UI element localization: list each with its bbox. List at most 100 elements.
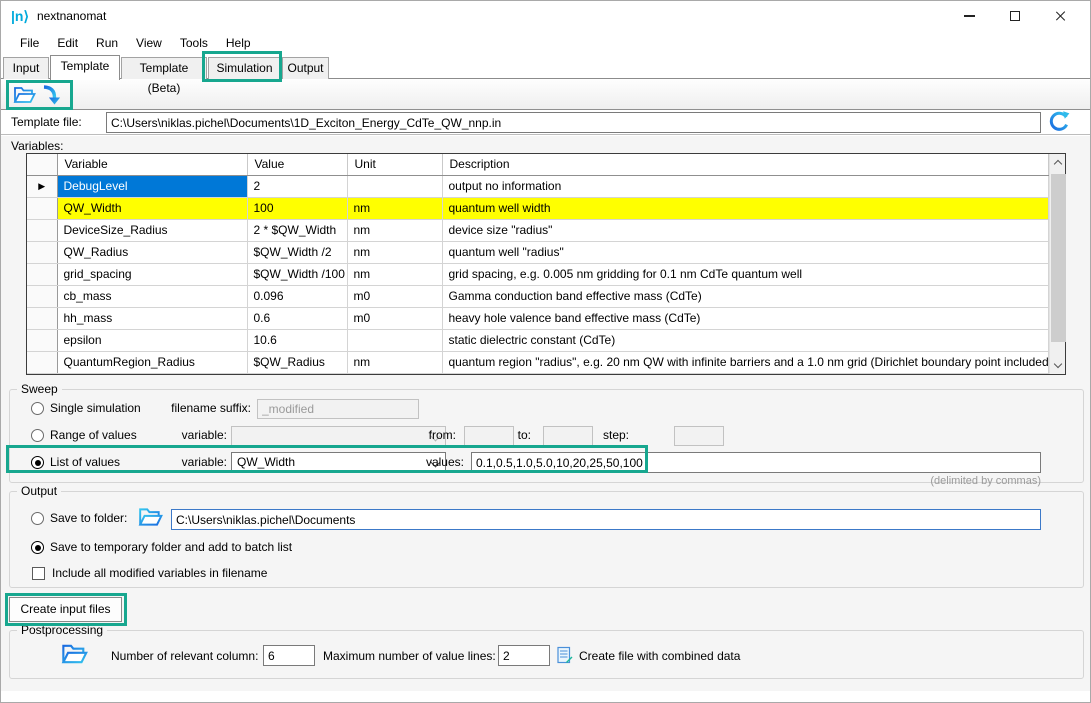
menu-item-tools[interactable]: Tools [171, 33, 217, 53]
unit-cell[interactable] [347, 175, 442, 197]
unit-cell[interactable]: nm [347, 351, 442, 373]
description-cell[interactable]: heavy hole valence band effective mass (… [442, 307, 1048, 329]
variable-cell[interactable]: QuantumRegion_Radius [57, 351, 247, 373]
value-lines-input[interactable] [498, 645, 550, 666]
row-header[interactable] [27, 197, 57, 219]
template-file-input[interactable] [106, 112, 1041, 133]
value-cell[interactable]: 0.6 [247, 307, 347, 329]
output-folder-input[interactable] [171, 509, 1041, 530]
column-header-value[interactable]: Value [247, 154, 347, 175]
unit-cell[interactable]: nm [347, 241, 442, 263]
save-to-folder-radio[interactable] [31, 512, 44, 525]
description-cell[interactable]: Gamma conduction band effective mass (Cd… [442, 285, 1048, 307]
tab-template[interactable]: Template [50, 55, 120, 80]
postprocessing-folder-button[interactable] [61, 642, 88, 669]
row-header[interactable] [27, 329, 57, 351]
reload-template-button[interactable] [1048, 110, 1072, 134]
variable-cell[interactable]: QW_Width [57, 197, 247, 219]
filename-suffix-input[interactable] [257, 399, 419, 419]
variable-cell[interactable]: DebugLevel [57, 175, 247, 197]
value-cell[interactable]: 2 * $QW_Width [247, 219, 347, 241]
unit-cell[interactable]: m0 [347, 285, 442, 307]
minimize-button[interactable] [946, 1, 992, 31]
range-of-values-radio[interactable] [31, 429, 44, 442]
values-input[interactable] [471, 452, 1041, 473]
row-header[interactable] [27, 285, 57, 307]
refresh-icon [1048, 110, 1071, 133]
column-header-variable[interactable]: Variable [57, 154, 247, 175]
menu-item-file[interactable]: File [11, 33, 48, 53]
value-cell[interactable]: 2 [247, 175, 347, 197]
scrollbar-down-button[interactable] [1050, 357, 1067, 374]
scrollbar-up-button[interactable] [1050, 154, 1067, 171]
to-label: to: [513, 428, 531, 442]
variable-cell[interactable]: DeviceSize_Radius [57, 219, 247, 241]
row-header[interactable] [27, 263, 57, 285]
filename-suffix-label: filename suffix: [166, 401, 251, 415]
description-cell[interactable]: quantum well width [442, 197, 1048, 219]
tab-input[interactable]: Input [3, 57, 49, 79]
unit-cell[interactable]: nm [347, 197, 442, 219]
value-cell[interactable]: 10.6 [247, 329, 347, 351]
value-cell[interactable]: $QW_Radius [247, 351, 347, 373]
tab-template-beta[interactable]: Template (Beta) [121, 57, 207, 79]
menu-item-run[interactable]: Run [87, 33, 127, 53]
single-simulation-radio[interactable] [31, 402, 44, 415]
chevron-up-icon [1054, 160, 1062, 168]
app-window: |n⟩ nextnanomat FileEditRunViewToolsHelp… [0, 0, 1091, 703]
unit-cell[interactable]: nm [347, 219, 442, 241]
value-cell[interactable]: 0.096 [247, 285, 347, 307]
create-input-files-button[interactable]: Create input files [9, 597, 122, 622]
scrollbar-thumb[interactable] [1051, 174, 1066, 342]
maximize-button[interactable] [992, 1, 1038, 31]
variable-cell[interactable]: grid_spacing [57, 263, 247, 285]
variable-cell[interactable]: hh_mass [57, 307, 247, 329]
menu-item-edit[interactable]: Edit [48, 33, 87, 53]
relevant-column-input[interactable] [263, 645, 315, 666]
row-header[interactable] [27, 219, 57, 241]
row-header[interactable] [27, 307, 57, 329]
include-modified-checkbox[interactable] [32, 567, 45, 580]
save-to-temp-radio[interactable] [31, 541, 44, 554]
variable-cell[interactable]: epsilon [57, 329, 247, 351]
row-header[interactable] [27, 351, 57, 373]
row-header[interactable]: ▶ [27, 175, 57, 197]
close-button[interactable] [1038, 1, 1084, 31]
table-row: QW_Width100nmquantum well width [27, 197, 1048, 219]
variable-cell[interactable]: QW_Radius [57, 241, 247, 263]
row-header-column[interactable] [27, 154, 57, 175]
step-input[interactable] [674, 426, 724, 446]
unit-cell[interactable]: m0 [347, 307, 442, 329]
list-variable-dropdown[interactable]: QW_Width [231, 452, 446, 473]
description-cell[interactable]: device size "radius" [442, 219, 1048, 241]
variable-cell[interactable]: cb_mass [57, 285, 247, 307]
tab-simulation[interactable]: Simulation [208, 57, 281, 79]
unit-cell[interactable] [347, 329, 442, 351]
unit-cell[interactable]: nm [347, 263, 442, 285]
description-cell[interactable]: grid spacing, e.g. 0.005 nm gridding for… [442, 263, 1048, 285]
menu-item-help[interactable]: Help [217, 33, 260, 53]
description-cell[interactable]: quantum well "radius" [442, 241, 1048, 263]
column-header-description[interactable]: Description [442, 154, 1048, 175]
description-cell[interactable]: output no information [442, 175, 1048, 197]
table-row: epsilon10.6 static dielectric constant (C… [27, 329, 1048, 351]
row-selector-icon: ▶ [38, 181, 45, 191]
range-variable-dropdown[interactable] [231, 426, 446, 447]
to-input[interactable] [543, 426, 593, 446]
menu-item-view[interactable]: View [127, 33, 171, 53]
value-cell[interactable]: $QW_Width /100 [247, 263, 347, 285]
value-cell[interactable]: $QW_Width /2 [247, 241, 347, 263]
column-header-unit[interactable]: Unit [347, 154, 442, 175]
description-cell[interactable]: quantum region "radius", e.g. 20 nm QW w… [442, 351, 1048, 373]
from-input[interactable] [464, 426, 514, 446]
list-of-values-radio[interactable] [31, 456, 44, 469]
row-header[interactable] [27, 241, 57, 263]
tab-output[interactable]: Output [282, 57, 329, 79]
create-combined-file-button[interactable] [557, 646, 573, 667]
browse-folder-button[interactable] [138, 506, 163, 531]
value-cell[interactable]: 100 [247, 197, 347, 219]
table-scrollbar[interactable] [1049, 154, 1066, 374]
description-cell[interactable]: static dielectric constant (CdTe) [442, 329, 1048, 351]
open-template-button[interactable] [12, 83, 36, 106]
load-template-button[interactable] [40, 83, 64, 106]
